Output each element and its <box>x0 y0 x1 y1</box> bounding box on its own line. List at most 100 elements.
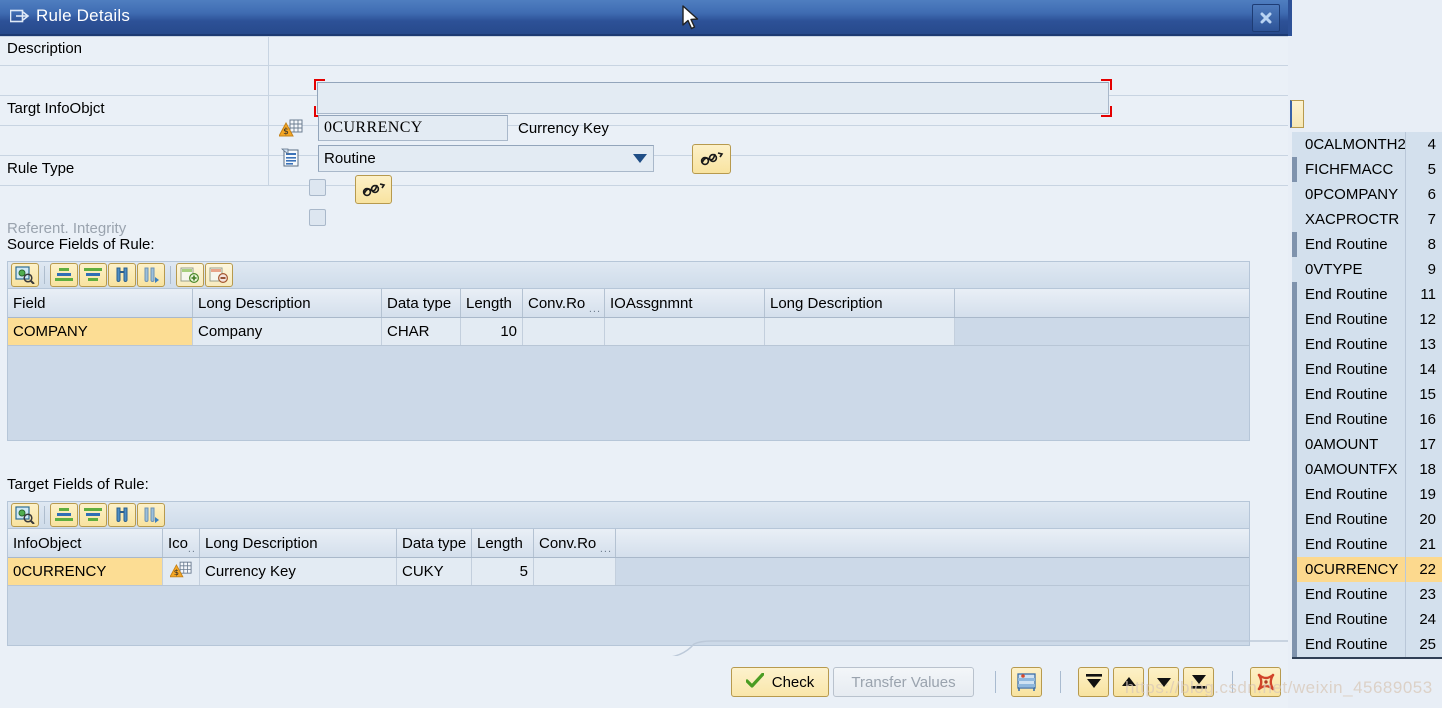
sidebar-rule-row[interactable]: End Routine15 <box>1292 382 1442 408</box>
sidebar-rule-row[interactable]: XACPROCTR7 <box>1292 207 1442 233</box>
sidebar-rule-name: End Routine <box>1297 586 1405 603</box>
sort-ascending-icon[interactable] <box>50 263 78 287</box>
cancel-button[interactable] <box>1250 667 1281 697</box>
sidebar-rule-row[interactable]: End Routine11 <box>1292 282 1442 308</box>
column-header-length[interactable]: Length <box>461 289 523 317</box>
go-to-next-icon <box>1154 673 1174 691</box>
sidebar-rule-row[interactable]: 0CURRENCY22 <box>1292 557 1442 583</box>
referential-integrity-label: Referent. Integrity <box>7 220 126 237</box>
sidebar-rule-index: 13 <box>1405 332 1442 357</box>
cell-filler <box>955 318 1249 345</box>
go-to-last-icon <box>1189 673 1209 691</box>
sidebar-rule-row[interactable]: 0PCOMPANY6 <box>1292 182 1442 208</box>
cell-length[interactable]: 5 <box>472 558 534 585</box>
rule-type-edit-button[interactable] <box>692 144 731 174</box>
cell-conv-ro[interactable] <box>523 318 605 345</box>
rule-group-button[interactable] <box>1011 667 1042 697</box>
sidebar-rule-row[interactable]: End Routine14 <box>1292 357 1442 383</box>
sidebar-rule-name: XACPROCTR <box>1297 211 1405 228</box>
find-icon[interactable] <box>108 263 136 287</box>
column-header-infoobject[interactable]: InfoObject <box>8 529 163 557</box>
column-header-long-description[interactable]: Long Description <box>193 289 382 317</box>
sidebar-rule-name: End Routine <box>1297 236 1405 253</box>
sidebar-rule-row[interactable]: End Routine19 <box>1292 482 1442 508</box>
insert-row-icon[interactable] <box>176 263 204 287</box>
find-next-icon[interactable] <box>137 503 165 527</box>
table-row[interactable]: COMPANY Company CHAR 10 <box>8 318 1249 346</box>
rule-details-icon <box>10 8 30 25</box>
column-header-length[interactable]: Length <box>472 529 534 557</box>
cell-long-description[interactable]: Company <box>193 318 382 345</box>
sidebar-collapsed-tab[interactable] <box>1290 100 1304 128</box>
delete-row-icon[interactable] <box>205 263 233 287</box>
form-row-referential-integrity: Referent. Integrity <box>0 216 1288 246</box>
sidebar-rule-row[interactable]: 0VTYPE9 <box>1292 257 1442 283</box>
rule-type-select[interactable]: Routine <box>318 145 654 172</box>
sidebar-rule-row[interactable]: End Routine16 <box>1292 407 1442 433</box>
find-next-icon[interactable] <box>137 263 165 287</box>
cell-length[interactable]: 10 <box>461 318 523 345</box>
target-infoobject-input[interactable] <box>318 115 508 141</box>
cell-io-assignment[interactable] <box>605 318 765 345</box>
cell-data-type[interactable]: CUKY <box>397 558 472 585</box>
sidebar-rule-row[interactable]: End Routine13 <box>1292 332 1442 358</box>
referential-integrity-checkbox[interactable] <box>309 179 326 196</box>
cell-conv-ro[interactable] <box>534 558 616 585</box>
go-to-first-button[interactable] <box>1078 667 1109 697</box>
rule-group-icon <box>1016 672 1038 692</box>
transfer-routine-checkbox[interactable] <box>309 209 326 226</box>
sidebar-rule-row[interactable]: FICHFMACC5 <box>1292 157 1442 183</box>
column-header-long-description[interactable]: Long Description <box>200 529 397 557</box>
sort-ascending-icon[interactable] <box>50 503 78 527</box>
sidebar-rule-row[interactable]: End Routine20 <box>1292 507 1442 533</box>
column-header-data-type[interactable]: Data type <box>397 529 472 557</box>
sidebar-rule-row[interactable]: 0CALMONTH24 <box>1292 132 1442 158</box>
referential-integrity-routine-button[interactable] <box>355 175 392 204</box>
transfer-values-button: Transfer Values <box>833 667 974 697</box>
column-header-ico[interactable]: Ico.. <box>163 529 200 557</box>
details-icon[interactable] <box>11 503 39 527</box>
go-to-next-button[interactable] <box>1148 667 1179 697</box>
source-section-title: Source Fields of Rule: <box>7 236 155 253</box>
column-header-field[interactable]: Field <box>8 289 193 317</box>
sidebar-rule-row[interactable]: End Routine24 <box>1292 607 1442 633</box>
cancel-icon <box>1256 673 1276 691</box>
sidebar-rule-name: End Routine <box>1297 486 1405 503</box>
sidebar-rule-name: 0AMOUNT <box>1297 436 1405 453</box>
sidebar-rule-row[interactable]: 0AMOUNT17 <box>1292 432 1442 458</box>
cell-icon[interactable]: $ <box>163 558 200 585</box>
sidebar-rule-index: 23 <box>1405 582 1442 607</box>
column-header-io-assignment[interactable]: IOAssgnmnt <box>605 289 765 317</box>
sidebar-rule-row[interactable]: End Routine8 <box>1292 232 1442 258</box>
check-button[interactable]: Check <box>731 667 829 697</box>
sidebar-rule-name: End Routine <box>1297 361 1405 378</box>
column-header-conv-ro[interactable]: Conv.Ro... <box>523 289 605 317</box>
cell-data-type[interactable]: CHAR <box>382 318 461 345</box>
go-to-last-button[interactable] <box>1183 667 1214 697</box>
column-header-long-description-2[interactable]: Long Description <box>765 289 955 317</box>
sort-descending-icon[interactable] <box>79 263 107 287</box>
table-row[interactable]: 0CURRENCY $ Currency Key CUKY 5 <box>8 558 1249 586</box>
sidebar-rule-row[interactable]: End Routine12 <box>1292 307 1442 333</box>
sidebar-rule-name: End Routine <box>1297 286 1405 303</box>
sidebar-rule-row[interactable]: End Routine21 <box>1292 532 1442 558</box>
go-to-previous-icon <box>1119 673 1139 691</box>
column-header-data-type[interactable]: Data type <box>382 289 461 317</box>
sidebar-rule-name: 0CALMONTH2 <box>1297 136 1405 153</box>
sidebar-rule-index: 11 <box>1405 282 1442 307</box>
cell-infoobject[interactable]: 0CURRENCY <box>8 558 163 585</box>
close-icon[interactable] <box>1252 4 1280 32</box>
column-header-conv-ro[interactable]: Conv.Ro... <box>534 529 616 557</box>
cell-long-description-2[interactable] <box>765 318 955 345</box>
sidebar-rule-row[interactable]: 0AMOUNTFX18 <box>1292 457 1442 483</box>
details-icon[interactable] <box>11 263 39 287</box>
cell-long-description[interactable]: Currency Key <box>200 558 397 585</box>
sidebar-rule-row[interactable]: End Routine25 <box>1292 632 1442 658</box>
find-icon[interactable] <box>108 503 136 527</box>
sidebar-rule-row[interactable]: End Routine23 <box>1292 582 1442 608</box>
cell-field[interactable]: COMPANY <box>8 318 193 345</box>
svg-text:$: $ <box>174 567 179 577</box>
sort-descending-icon[interactable] <box>79 503 107 527</box>
go-to-previous-button[interactable] <box>1113 667 1144 697</box>
sidebar-rule-name: 0VTYPE <box>1297 261 1405 278</box>
